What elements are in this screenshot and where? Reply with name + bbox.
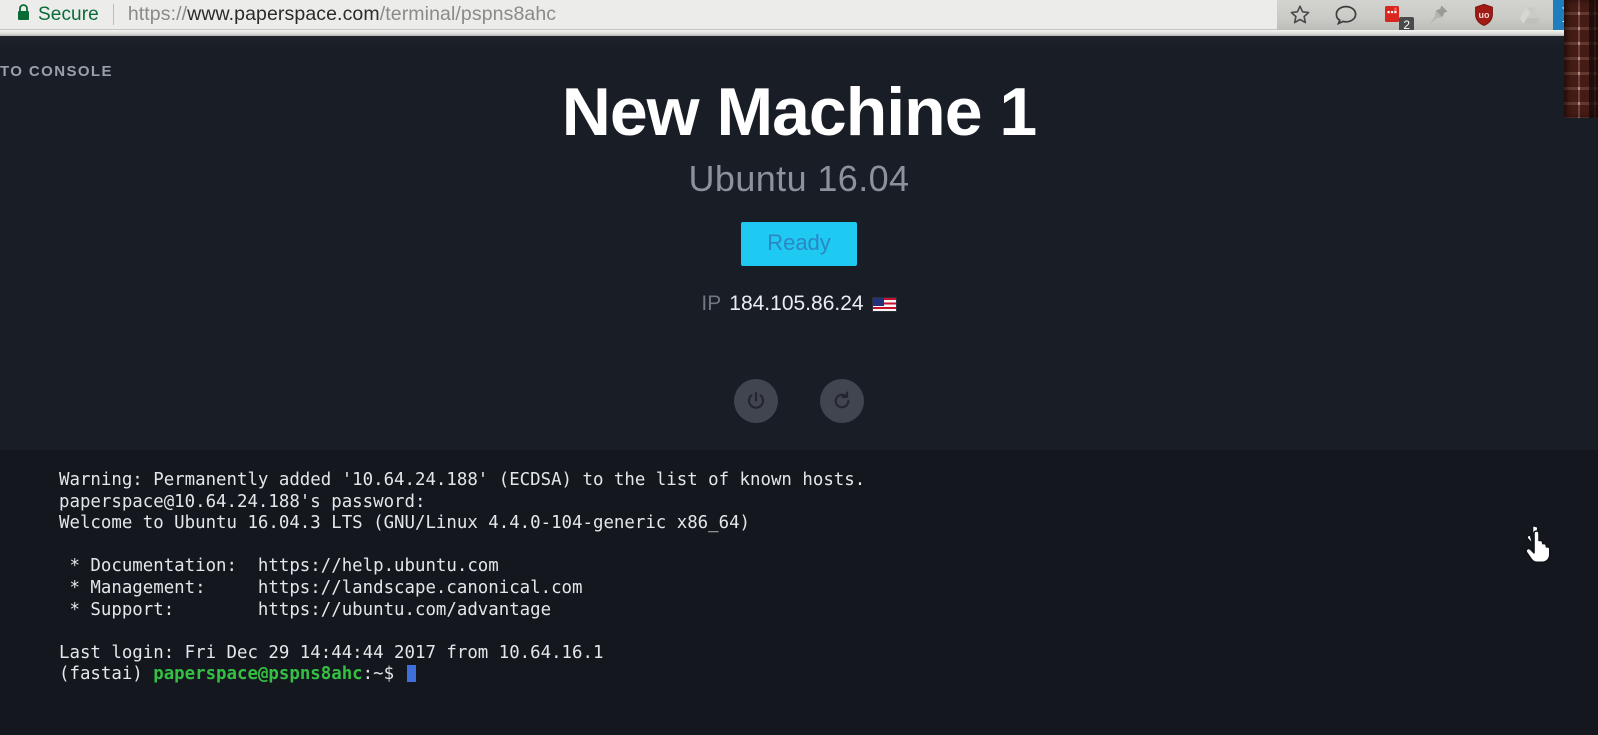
terminal-text: * Support: https://ubuntu.com/advantage — [59, 599, 552, 620]
terminal-line: * Support: https://ubuntu.com/advantage — [59, 600, 1598, 622]
desktop-wallpaper-edge — [1564, 0, 1598, 118]
terminal-text: * Documentation: https://help.ubuntu.com — [59, 556, 499, 577]
google-drive-icon[interactable] — [1507, 0, 1553, 30]
terminal-text: (fastai) — [59, 664, 154, 685]
terminal-text: Welcome to Ubuntu 16.04.3 LTS (GNU/Linux… — [59, 513, 751, 534]
power-button[interactable] — [734, 379, 778, 423]
terminal-line: (fastai) paperspace@pspns8ahc:~$ — [59, 664, 1598, 686]
terminal-line: * Management: https://landscape.canonica… — [59, 578, 1598, 600]
status-badge[interactable]: Ready — [741, 222, 857, 267]
terminal-line: paperspace@10.64.24.188's password: — [59, 492, 1598, 514]
terminal-line: * Documentation: https://help.ubuntu.com — [59, 556, 1598, 578]
machine-controls — [0, 379, 1598, 423]
site-security-chip[interactable]: Secure — [0, 0, 113, 30]
secure-label: Secure — [38, 3, 99, 25]
url-path: /terminal/pspns8ahc — [379, 3, 557, 25]
speech-bubble-icon[interactable] — [1323, 0, 1369, 30]
terminal-text: paperspace@10.64.24.188's password: — [59, 491, 426, 512]
terminal-console[interactable]: Warning: Permanently added '10.64.24.188… — [0, 450, 1598, 735]
machine-header: New Machine 1 Ubuntu 16.04 Ready IP 184.… — [0, 36, 1598, 316]
terminal-line: Warning: Permanently added '10.64.24.188… — [59, 470, 1598, 492]
ublock-shield-icon[interactable]: uo — [1461, 0, 1507, 30]
terminal-cursor — [406, 665, 416, 683]
terminal-text: paperspace@pspns8ahc — [153, 664, 363, 685]
machine-os-label: Ubuntu 16.04 — [688, 158, 910, 200]
ip-row: IP 184.105.86.24 — [0, 292, 1598, 316]
ip-label: IP — [701, 292, 722, 316]
lock-icon — [16, 3, 31, 26]
url-scheme: https:// — [127, 3, 188, 25]
url-text[interactable]: https://www.paperspace.com/terminal/pspn… — [128, 3, 556, 26]
omnibox-divider — [112, 4, 114, 25]
terminal-line: Last login: Fri Dec 29 14:44:44 2017 fro… — [59, 643, 1598, 665]
terminal-text: :~$ — [362, 664, 405, 685]
paperspace-terminal-page: TO CONSOLE New Machine 1 Ubuntu 16.04 Re… — [0, 36, 1598, 735]
terminal-text: Warning: Permanently added '10.64.24.188… — [59, 470, 866, 490]
page-title: New Machine 1 — [561, 74, 1038, 150]
terminal-output: Warning: Permanently added '10.64.24.188… — [59, 470, 1598, 686]
svg-text:uo: uo — [1479, 10, 1490, 20]
bookmark-star-icon[interactable] — [1277, 0, 1323, 30]
red-extension-icon[interactable]: 2 — [1369, 0, 1415, 34]
pushpin-icon[interactable] — [1415, 0, 1461, 30]
toolbar-actions: 2 uo R — [1277, 0, 1587, 34]
ip-address: 184.105.86.24 — [729, 292, 864, 316]
us-flag-icon — [871, 296, 897, 312]
restart-button[interactable] — [820, 379, 864, 423]
terminal-text: Last login: Fri Dec 29 14:44:44 2017 fro… — [59, 642, 604, 663]
terminal-line: Welcome to Ubuntu 16.04.3 LTS (GNU/Linux… — [59, 513, 1598, 535]
url-host: www.paperspace.com — [187, 3, 380, 25]
browser-toolbar: Secure https://www.paperspace.com/termin… — [0, 0, 1598, 34]
terminal-text: * Management: https://landscape.canonica… — [59, 577, 583, 598]
address-bar[interactable]: Secure https://www.paperspace.com/termin… — [0, 0, 1277, 30]
